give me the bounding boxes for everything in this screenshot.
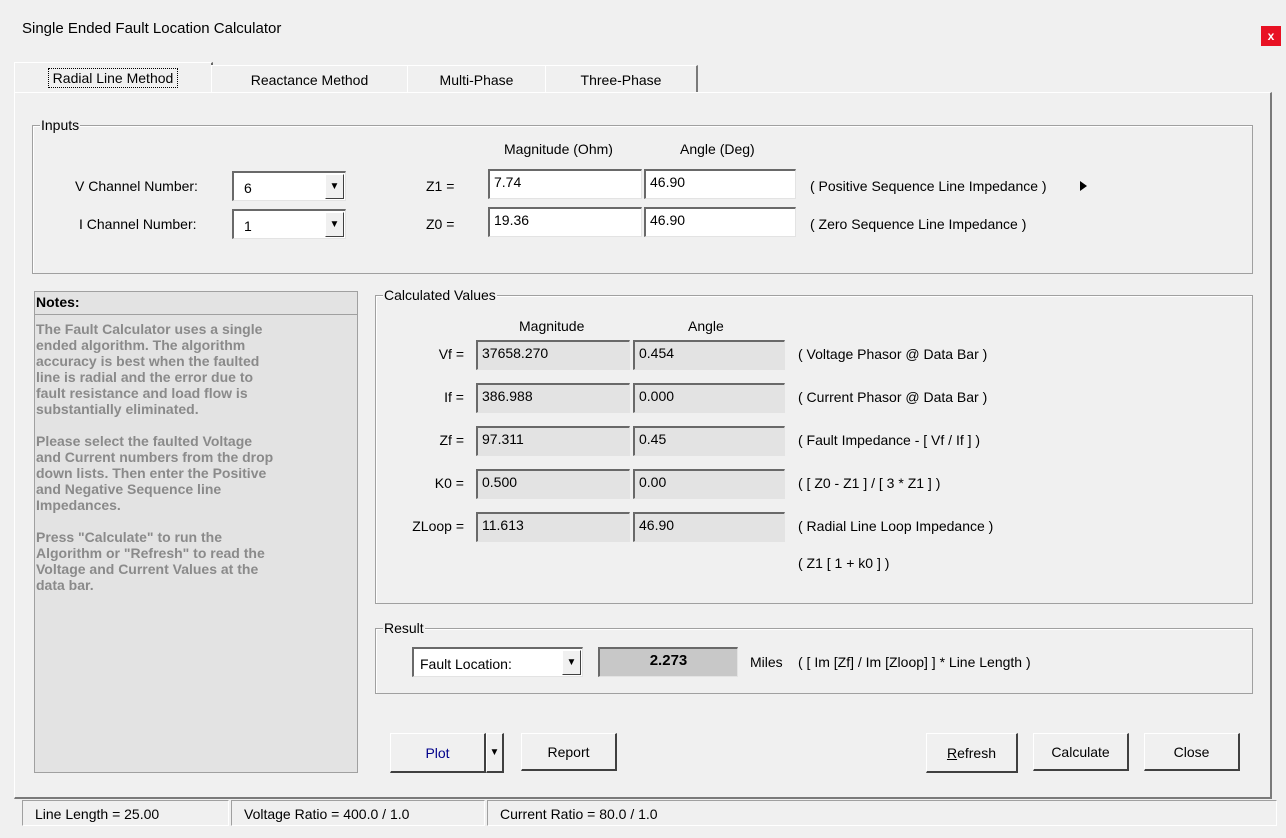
k0-magnitude-field[interactable]: 0.500: [476, 469, 630, 499]
tab-three-phase[interactable]: Three-Phase: [545, 65, 698, 93]
if-angle-field[interactable]: 0.000: [633, 383, 785, 413]
if-label: If =: [444, 389, 464, 405]
v-channel-select[interactable]: 6 ▼: [232, 171, 346, 201]
z0-angle-field[interactable]: 46.90: [644, 207, 796, 237]
result-units: Miles: [750, 654, 783, 670]
tab-reactance-method[interactable]: Reactance Method: [211, 65, 409, 93]
status-current-ratio: Current Ratio = 80.0 / 1.0: [487, 800, 1277, 826]
notes-divider: [34, 314, 358, 315]
chevron-down-icon[interactable]: ▼: [325, 212, 344, 237]
k0-angle-field[interactable]: 0.00: [633, 469, 785, 499]
plot-button[interactable]: Plot: [390, 733, 486, 773]
result-legend: Result: [383, 620, 425, 636]
result-type-value: Fault Location:: [420, 656, 512, 672]
result-formula: ( [ Im [Zf] / Im [Zloop] ] * Line Length…: [798, 654, 1031, 670]
notes-title: Notes:: [36, 294, 80, 310]
vf-angle-field[interactable]: 0.454: [633, 340, 785, 370]
z0-label: Z0 =: [426, 216, 455, 232]
z1-angle-field[interactable]: 46.90: [644, 169, 796, 199]
window-title: Single Ended Fault Location Calculator: [22, 20, 282, 37]
vf-magnitude-field[interactable]: 37658.270: [476, 340, 630, 370]
i-channel-label: I Channel Number:: [79, 216, 197, 232]
zloop-formula: ( Z1 [ 1 + k0 ] ): [798, 555, 890, 571]
fault-location-result: 2.273: [598, 647, 738, 677]
k0-label: K0 =: [434, 475, 464, 491]
zf-label: Zf =: [439, 432, 464, 448]
zloop-description: ( Radial Line Loop Impedance ): [798, 518, 994, 534]
calculated-values-legend: Calculated Values: [383, 287, 497, 303]
z1-description: ( Positive Sequence Line Impedance ): [810, 178, 1047, 194]
v-channel-value: 6: [244, 180, 252, 196]
zloop-label: ZLoop =: [412, 518, 464, 534]
tab-radial-line-method[interactable]: Radial Line Method: [14, 62, 213, 93]
refresh-label: efresh: [957, 744, 997, 761]
tab-label: Radial Line Method: [47, 68, 179, 88]
calc-magnitude-header: Magnitude: [519, 318, 585, 334]
zloop-magnitude-field[interactable]: 11.613: [476, 512, 630, 542]
zf-description: ( Fault Impedance - [ Vf / If ] ): [798, 432, 981, 448]
tab-label: Three-Phase: [580, 71, 662, 88]
report-button[interactable]: Report: [521, 733, 617, 771]
inputs-group: [32, 125, 1253, 274]
tab-label: Reactance Method: [250, 71, 369, 88]
close-button[interactable]: Close: [1144, 733, 1240, 771]
vf-description: ( Voltage Phasor @ Data Bar ): [798, 346, 988, 362]
tab-multi-phase[interactable]: Multi-Phase: [407, 65, 547, 93]
z0-magnitude-field[interactable]: 19.36: [488, 207, 642, 237]
z1-label: Z1 =: [426, 178, 455, 194]
result-type-select[interactable]: Fault Location: ▼: [412, 647, 583, 677]
close-window-button[interactable]: x: [1261, 26, 1281, 46]
inputs-angle-header: Angle (Deg): [680, 141, 755, 157]
inputs-legend: Inputs: [40, 117, 81, 133]
chevron-down-icon: ▼: [489, 747, 500, 758]
inputs-magnitude-header: Magnitude (Ohm): [504, 141, 613, 157]
tab-label: Multi-Phase: [439, 71, 514, 88]
v-channel-label: V Channel Number:: [75, 178, 198, 194]
calc-angle-header: Angle: [688, 318, 724, 334]
i-channel-value: 1: [244, 218, 252, 234]
k0-description: ( [ Z0 - Z1 ] / [ 3 * Z1 ] ): [798, 475, 941, 491]
vf-label: Vf =: [438, 346, 464, 362]
zloop-angle-field[interactable]: 46.90: [633, 512, 785, 542]
status-voltage-ratio: Voltage Ratio = 400.0 / 1.0: [231, 800, 485, 826]
zf-angle-field[interactable]: 0.45: [633, 426, 785, 456]
i-channel-select[interactable]: 1 ▼: [232, 209, 346, 239]
refresh-mnemonic: R: [946, 744, 958, 761]
if-description: ( Current Phasor @ Data Bar ): [798, 389, 988, 405]
zf-magnitude-field[interactable]: 97.311: [476, 426, 630, 456]
play-right-icon[interactable]: [1080, 181, 1087, 191]
notes-text: The Fault Calculator uses a single ended…: [36, 321, 274, 593]
chevron-down-icon[interactable]: ▼: [562, 650, 581, 675]
if-magnitude-field[interactable]: 386.988: [476, 383, 630, 413]
calculate-button[interactable]: Calculate: [1033, 733, 1129, 771]
z0-description: ( Zero Sequence Line Impedance ): [810, 216, 1027, 232]
plot-dropdown-button[interactable]: ▼: [486, 733, 504, 773]
refresh-button[interactable]: Refresh: [926, 733, 1018, 773]
chevron-down-icon[interactable]: ▼: [325, 174, 344, 199]
z1-magnitude-field[interactable]: 7.74: [488, 169, 642, 199]
status-line-length: Line Length = 25.00: [22, 800, 229, 826]
